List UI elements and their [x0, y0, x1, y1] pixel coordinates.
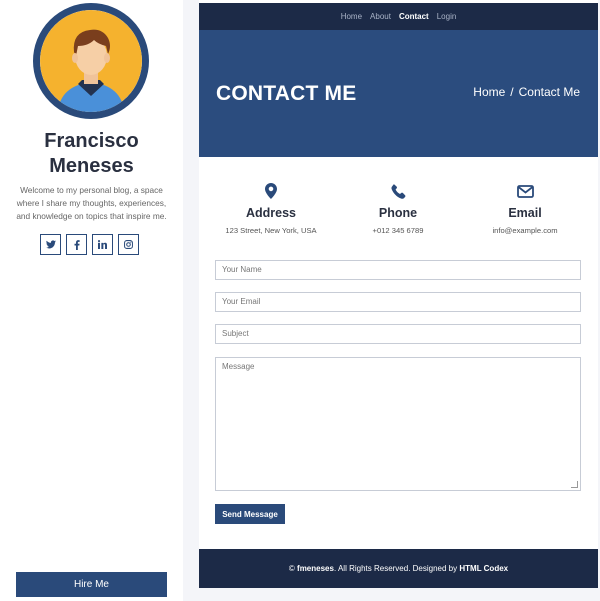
map-marker-icon	[211, 181, 331, 201]
email-block: Email info@example.com	[465, 181, 585, 235]
avatar	[33, 3, 149, 119]
twitter-icon[interactable]	[40, 234, 61, 255]
instagram-icon[interactable]	[118, 234, 139, 255]
breadcrumb-current: Contact Me	[518, 85, 580, 99]
breadcrumb-separator: /	[510, 85, 514, 99]
footer-brand[interactable]: fmeneses	[297, 564, 334, 573]
footer-text: . All Rights Reserved. Designed by	[333, 564, 458, 573]
avatar-illustration	[40, 10, 142, 112]
address-title: Address	[245, 206, 297, 220]
nav-home[interactable]: Home	[341, 12, 362, 21]
email-value: info@example.com	[492, 226, 558, 235]
nav-login[interactable]: Login	[437, 12, 457, 21]
nav-about[interactable]: About	[370, 12, 391, 21]
address-value: 123 Street, New York, USA	[225, 226, 317, 235]
copyright-symbol: ©	[288, 564, 295, 573]
message-textarea[interactable]: Message	[215, 357, 581, 491]
phone-icon	[338, 181, 458, 201]
social-links	[40, 234, 139, 255]
address-block: Address 123 Street, New York, USA	[211, 181, 331, 235]
nav-contact[interactable]: Contact	[399, 12, 429, 21]
sidebar: Francisco Meneses Welcome to my personal…	[0, 0, 183, 601]
main-content: Home About Contact Login CONTACT ME Home…	[199, 0, 598, 588]
author-bio: Welcome to my personal blog, a space whe…	[16, 185, 167, 221]
facebook-icon[interactable]	[66, 234, 87, 255]
top-nav: Home About Contact Login	[199, 3, 598, 30]
phone-value: +012 345 6789	[372, 226, 424, 235]
footer: © fmeneses. All Rights Reserved. Designe…	[199, 549, 598, 588]
email-title: Email	[508, 206, 542, 220]
breadcrumb-home[interactable]: Home	[473, 85, 505, 99]
page-header: CONTACT ME Home / Contact Me	[199, 30, 598, 157]
resize-handle-icon[interactable]	[571, 481, 578, 488]
send-message-button[interactable]: Send Message	[215, 504, 285, 524]
message-placeholder: Message	[222, 362, 255, 371]
phone-block: Phone +012 345 6789	[338, 181, 458, 235]
page-title: CONTACT ME	[216, 82, 357, 105]
phone-title: Phone	[378, 206, 418, 220]
envelope-icon	[465, 181, 585, 201]
author-name-first: Francisco	[44, 130, 139, 152]
email-input[interactable]: Your Email	[215, 292, 581, 312]
linkedin-icon[interactable]	[92, 234, 113, 255]
name-input[interactable]: Your Name	[215, 260, 581, 280]
author-name-last: Meneses	[49, 155, 134, 177]
breadcrumb: Home / Contact Me	[473, 85, 580, 99]
subject-input[interactable]: Subject	[215, 324, 581, 344]
hire-me-button[interactable]: Hire Me	[16, 572, 167, 597]
footer-designer-link[interactable]: HTML Codex	[459, 564, 508, 573]
